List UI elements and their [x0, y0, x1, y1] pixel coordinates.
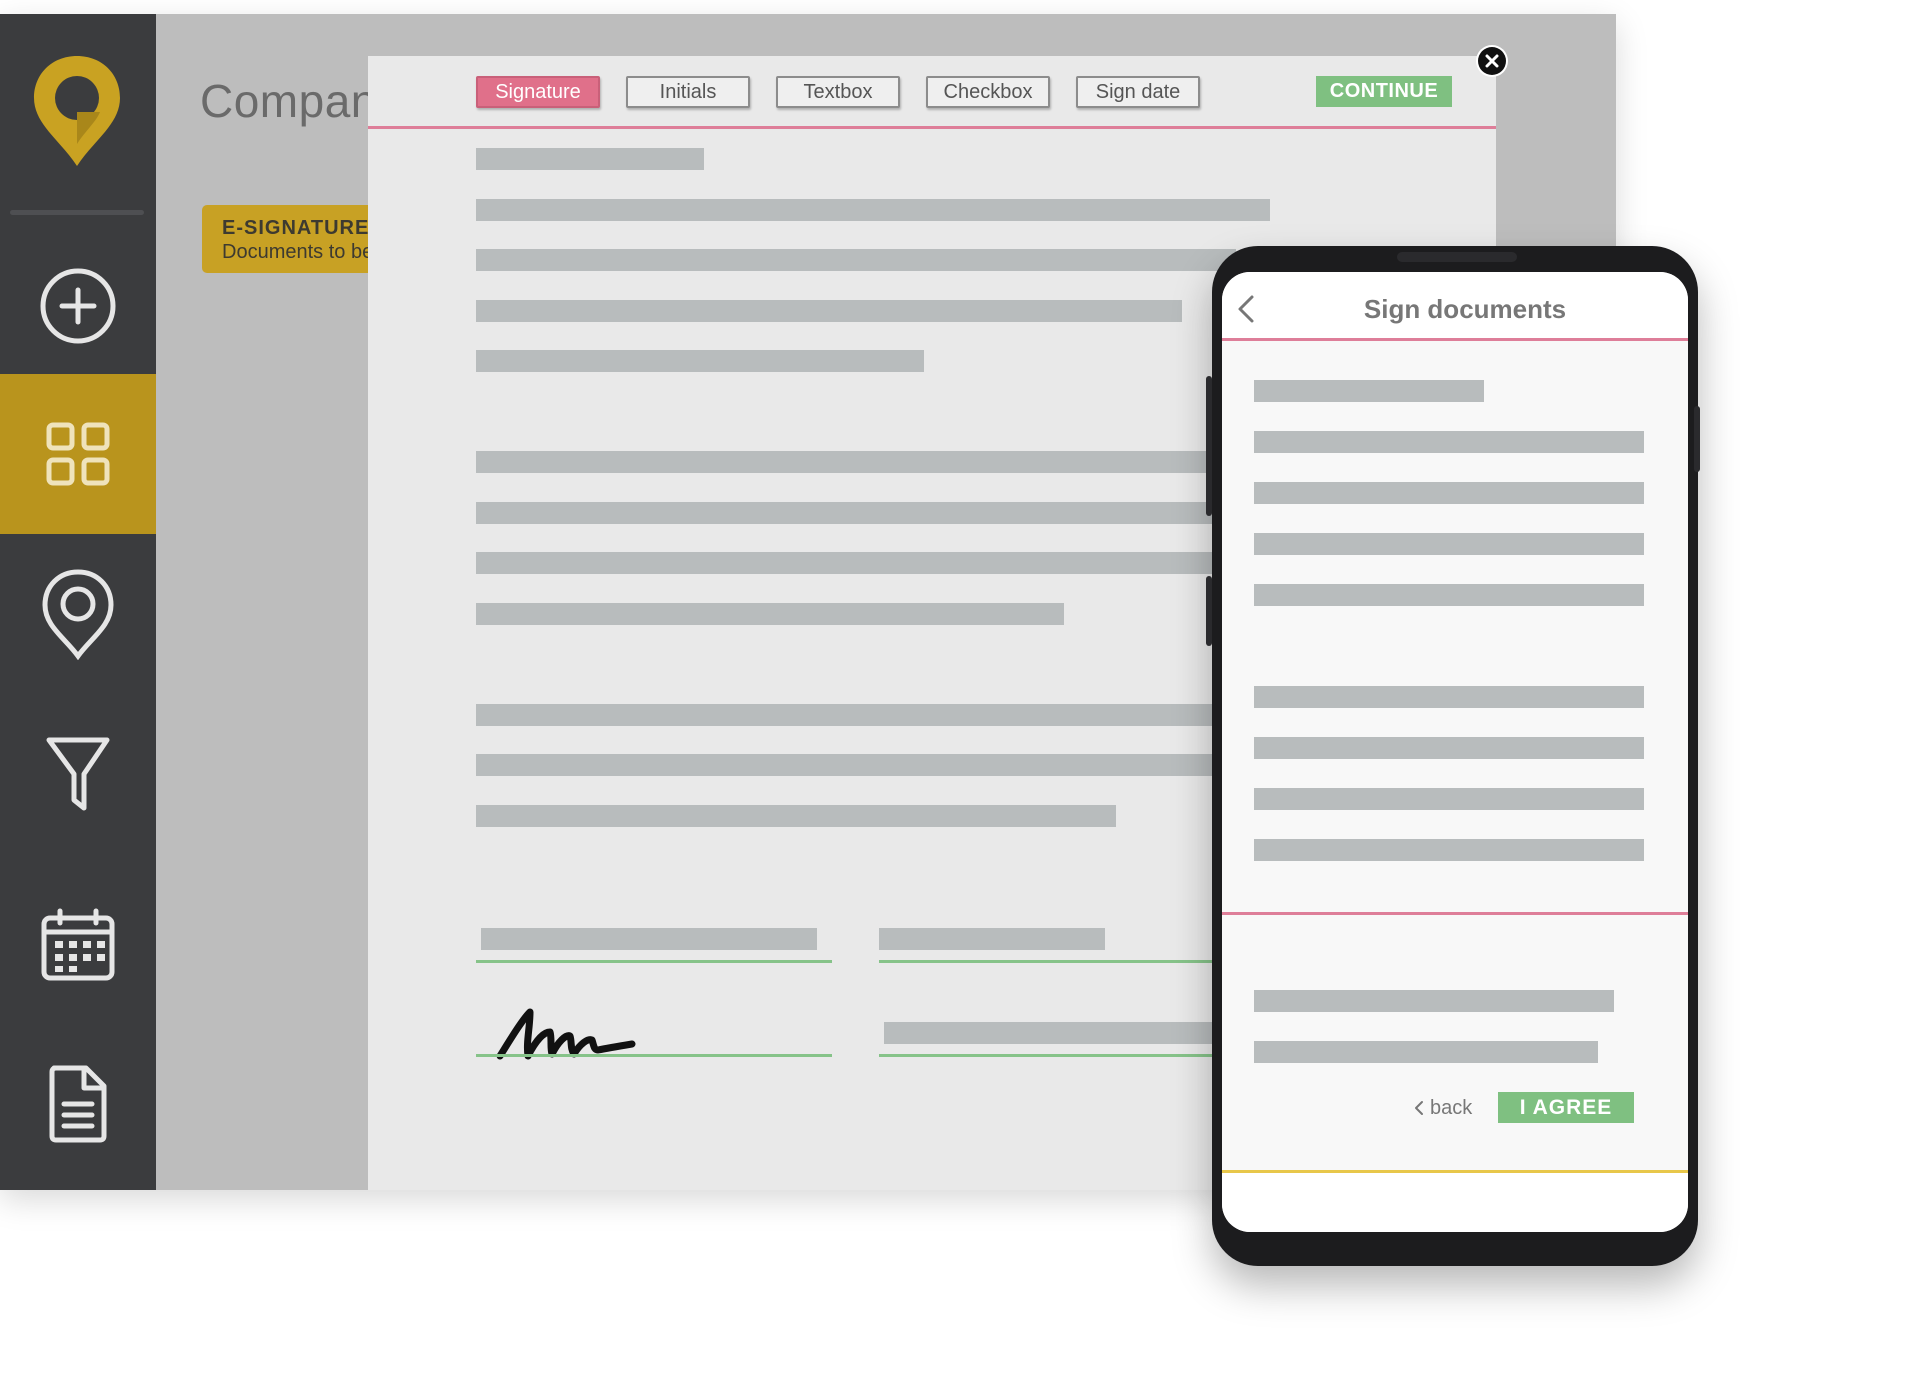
text-placeholder-line	[1254, 584, 1644, 606]
signature-field-line[interactable]	[476, 960, 832, 963]
back-link[interactable]: back	[1414, 1092, 1472, 1124]
phone-title: Sign documents	[1363, 294, 1567, 324]
text-placeholder-line	[476, 199, 1270, 221]
field-placeholder	[879, 928, 1105, 950]
text-placeholder-line	[1254, 1041, 1598, 1063]
plus-circle-icon	[40, 268, 116, 344]
signature-line[interactable]	[476, 1054, 832, 1057]
text-placeholder-line	[1254, 431, 1644, 453]
badge-subtitle: Documents to be	[222, 241, 374, 263]
text-placeholder-line	[476, 603, 1064, 625]
tool-signature-button[interactable]: Signature	[476, 76, 600, 108]
text-placeholder-line	[476, 300, 1182, 322]
phone-bottom-bar	[1222, 1170, 1688, 1232]
initials-field-line[interactable]	[879, 1054, 1239, 1057]
text-placeholder-line	[476, 249, 1236, 271]
text-placeholder-line	[1254, 788, 1644, 810]
text-placeholder-line	[476, 552, 1236, 574]
text-placeholder-line	[1254, 380, 1484, 402]
close-button[interactable]	[1478, 47, 1506, 75]
back-label: back	[1430, 1096, 1473, 1119]
tool-checkbox-button[interactable]: Checkbox	[926, 76, 1050, 108]
text-placeholder-line	[1254, 482, 1644, 504]
sidebar-item-filter[interactable]	[0, 694, 156, 854]
field-toolbar: Signature Initials Textbox Checkbox Sign…	[368, 56, 1496, 129]
funnel-icon	[46, 737, 110, 811]
continue-button[interactable]: CONTINUE	[1316, 76, 1452, 107]
phone-header: Sign documents	[1222, 272, 1688, 341]
phone-side-button	[1694, 406, 1700, 472]
phone-section-divider	[1222, 912, 1688, 915]
phone-side-button	[1206, 576, 1212, 646]
sidebar-item-locations[interactable]	[0, 534, 156, 694]
badge-title: E-SIGNATURE	[222, 217, 370, 239]
agree-button[interactable]: I AGREE	[1498, 1092, 1634, 1123]
text-placeholder-line	[1254, 533, 1644, 555]
phone-speaker	[1397, 252, 1517, 262]
sidebar-separator	[10, 210, 144, 215]
mobile-phone-frame: Sign documents back I AGREE	[1206, 246, 1700, 1266]
calendar-icon	[41, 908, 115, 981]
field-placeholder	[481, 928, 817, 950]
phone-screen: Sign documents back I AGREE	[1222, 272, 1688, 1232]
map-pin-logo-icon[interactable]	[30, 52, 124, 175]
close-icon	[1485, 54, 1499, 68]
text-placeholder-line	[1254, 990, 1614, 1012]
text-placeholder-line	[476, 350, 924, 372]
text-placeholder-line	[476, 805, 1116, 827]
grid-icon	[46, 422, 110, 486]
text-placeholder-line	[476, 148, 704, 170]
text-placeholder-line	[476, 754, 1236, 776]
text-placeholder-line	[476, 451, 1236, 473]
tool-sign-date-button[interactable]: Sign date	[1076, 76, 1200, 108]
text-placeholder-line	[1254, 839, 1644, 861]
map-pin-icon	[42, 569, 114, 660]
text-placeholder-line	[476, 704, 1236, 726]
sidebar-item-add[interactable]	[0, 226, 156, 386]
signature-drawing	[496, 1008, 636, 1060]
text-placeholder-line	[476, 502, 1236, 524]
text-placeholder-line	[1254, 737, 1644, 759]
text-placeholder-line	[1254, 686, 1644, 708]
document-icon	[49, 1065, 107, 1143]
tool-initials-button[interactable]: Initials	[626, 76, 750, 108]
sidebar-item-calendar[interactable]	[0, 866, 156, 1026]
sidebar-item-documents[interactable]	[0, 1024, 156, 1184]
phone-volume-button	[1206, 376, 1212, 516]
tool-textbox-button[interactable]: Textbox	[776, 76, 900, 108]
sidebar-item-dashboard[interactable]	[0, 374, 156, 534]
date-field-line[interactable]	[879, 960, 1239, 963]
field-placeholder	[884, 1022, 1244, 1044]
chevron-left-icon	[1415, 1101, 1423, 1115]
page-title: Compan	[200, 75, 377, 127]
sidebar	[0, 14, 156, 1190]
